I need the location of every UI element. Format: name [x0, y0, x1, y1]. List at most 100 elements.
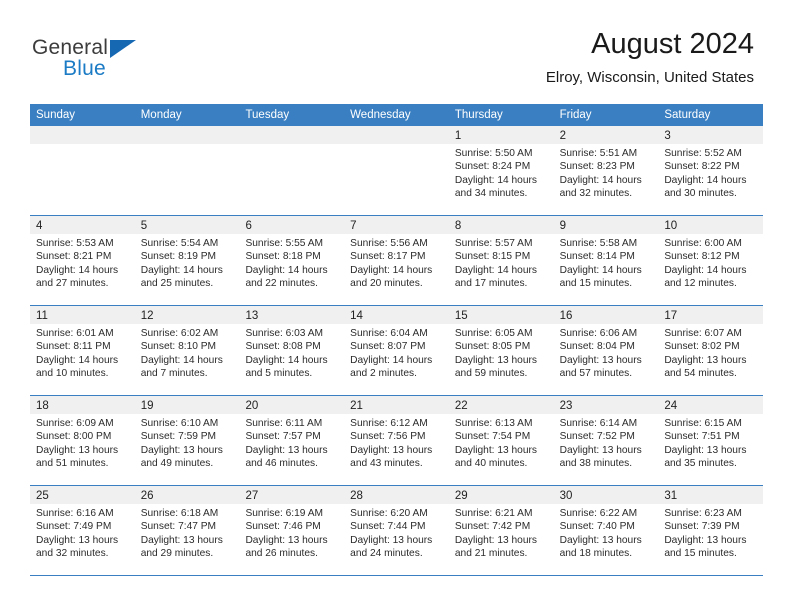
- weekday-header-wednesday: Wednesday: [350, 109, 411, 121]
- sun-info-line: Sunrise: 5:56 AM: [350, 238, 428, 249]
- sun-info-line: Sunset: 8:15 PM: [454, 251, 531, 263]
- sun-info: Sunrise: 6:19 AM Sunset: 7:46 PM Daylight:…: [239, 504, 344, 560]
- calendar-day-cell[interactable]: 29 Sunrise: 6:21 AM Sunset: 7:42 PM Dayligh…: [448, 486, 554, 575]
- date-strip: 7: [344, 216, 449, 234]
- calendar-day-cell[interactable]: 17 Sunrise: 6:07 AM Sunset: 8:02 PM Dayligh…: [658, 306, 764, 395]
- date-strip: [344, 126, 449, 144]
- calendar-day-cell[interactable]: 8 Sunrise: 5:57 AM Sunset: 8:15 PM Daylight…: [448, 216, 554, 305]
- calendar-day-cell[interactable]: 19 Sunrise: 6:10 AM Sunset: 7:59 PM Dayligh…: [134, 396, 240, 485]
- sun-info-line: Sunrise: 6:01 AM: [36, 328, 114, 339]
- sun-info-line: Daylight: 14 hours: [245, 264, 328, 276]
- day-number: 3: [664, 130, 671, 142]
- calendar-day-cell[interactable]: 26 Sunrise: 6:18 AM Sunset: 7:47 PM Dayligh…: [134, 486, 240, 575]
- calendar-day-cell[interactable]: 6 Sunrise: 5:55 AM Sunset: 8:18 PM Daylight…: [239, 216, 345, 305]
- calendar-day-cell[interactable]: 13 Sunrise: 6:03 AM Sunset: 8:08 PM Dayligh…: [239, 306, 345, 395]
- calendar-day-cell[interactable]: 22 Sunrise: 6:13 AM Sunset: 7:54 PM Dayligh…: [448, 396, 554, 485]
- sun-info-line: and 34 minutes.: [454, 187, 528, 199]
- calendar-day-cell[interactable]: 30 Sunrise: 6:22 AM Sunset: 7:40 PM Dayligh…: [553, 486, 659, 575]
- weekday-header-row: Sunday Monday Tuesday Wednesday Thursday Frid…: [30, 104, 763, 126]
- calendar-day-cell[interactable]: 18 Sunrise: 6:09 AM Sunset: 8:00 PM Dayligh…: [30, 396, 135, 485]
- sun-info-line: Sunset: 7:56 PM: [350, 431, 426, 443]
- calendar-week-row: 18 Sunrise: 6:09 AM Sunset: 8:00 PM Dayligh…: [30, 396, 764, 486]
- sun-info-line: Sunset: 8:11 PM: [36, 341, 111, 353]
- sun-info-line: Daylight: 14 hours: [350, 264, 433, 276]
- sun-info-line: Sunrise: 6:13 AM: [454, 418, 533, 429]
- date-strip: 19: [134, 396, 240, 414]
- sun-info-line: Sunrise: 6:23 AM: [664, 508, 742, 519]
- calendar-day-cell[interactable]: 10 Sunrise: 6:00 AM Sunset: 8:12 PM Dayligh…: [658, 216, 764, 305]
- calendar-day-cell[interactable]: 2 Sunrise: 5:51 AM Sunset: 8:23 PM Daylight…: [553, 126, 659, 215]
- sun-info-line: Sunrise: 6:04 AM: [350, 328, 428, 339]
- date-strip: 16: [553, 306, 659, 324]
- calendar-day-cell[interactable]: 1 Sunrise: 5:50 AM Sunset: 8:24 PM Daylight…: [448, 126, 554, 215]
- calendar-day-cell[interactable]: 23 Sunrise: 6:14 AM Sunset: 7:52 PM Dayligh…: [553, 396, 659, 485]
- weekday-header-thursday: Thursday: [454, 109, 503, 121]
- sun-info: Sunrise: 6:01 AM Sunset: 8:11 PM Daylight:…: [30, 324, 135, 380]
- calendar-day-cell[interactable]: 12 Sunrise: 6:02 AM Sunset: 8:10 PM Dayligh…: [134, 306, 240, 395]
- sun-info-line: Sunset: 8:19 PM: [140, 251, 217, 263]
- date-strip: 1: [448, 126, 554, 144]
- sun-info-line: and 49 minutes.: [140, 457, 214, 469]
- calendar-day-cell[interactable]: 27 Sunrise: 6:19 AM Sunset: 7:46 PM Dayligh…: [239, 486, 345, 575]
- calendar-day-cell[interactable]: 3 Sunrise: 5:52 AM Sunset: 8:22 PM Daylight…: [658, 126, 764, 215]
- sun-info: Sunrise: 5:58 AM Sunset: 8:14 PM Daylight:…: [554, 234, 659, 290]
- sun-info-line: Daylight: 14 hours: [664, 174, 747, 186]
- calendar-day-cell[interactable]: 15 Sunrise: 6:05 AM Sunset: 8:05 PM Dayligh…: [448, 306, 554, 395]
- day-number: 10: [664, 220, 678, 232]
- calendar-day-cell[interactable]: 11 Sunrise: 6:01 AM Sunset: 8:11 PM Dayligh…: [30, 306, 135, 395]
- calendar-day-cell[interactable]: 25 Sunrise: 6:16 AM Sunset: 7:49 PM Dayligh…: [30, 486, 135, 575]
- weekday-header-monday: Monday: [140, 109, 182, 121]
- sun-info-line: Sunrise: 6:22 AM: [559, 508, 638, 519]
- calendar-day-cell[interactable]: 28 Sunrise: 6:20 AM Sunset: 7:44 PM Dayligh…: [344, 486, 449, 575]
- day-number: 12: [140, 310, 154, 322]
- brand-logo[interactable]: General Blue: [32, 36, 232, 88]
- sun-info: Sunrise: 6:10 AM Sunset: 7:59 PM Daylight:…: [135, 414, 240, 470]
- sun-info-line: and 32 minutes.: [559, 187, 633, 199]
- sun-info-line: Sunrise: 6:18 AM: [140, 508, 219, 519]
- sun-info-line: Sunset: 7:44 PM: [350, 521, 426, 533]
- sun-info-line: Sunrise: 6:05 AM: [454, 328, 533, 339]
- sun-info-line: Daylight: 14 hours: [245, 354, 328, 366]
- date-strip: 6: [239, 216, 345, 234]
- day-number: 22: [454, 400, 468, 412]
- sun-info-line: Sunrise: 6:03 AM: [245, 328, 324, 339]
- sun-info-line: Sunrise: 5:54 AM: [140, 238, 219, 249]
- date-strip: 28: [344, 486, 449, 504]
- sun-info-line: Sunset: 7:42 PM: [454, 521, 531, 533]
- sun-info: Sunrise: 6:22 AM Sunset: 7:40 PM Daylight:…: [554, 504, 659, 560]
- sun-info-line: Daylight: 13 hours: [245, 444, 328, 456]
- calendar-day-cell[interactable]: 24 Sunrise: 6:15 AM Sunset: 7:51 PM Dayligh…: [658, 396, 764, 485]
- date-strip: 10: [658, 216, 764, 234]
- sun-info-line: Sunset: 8:08 PM: [245, 341, 321, 353]
- calendar-day-cell[interactable]: 16 Sunrise: 6:06 AM Sunset: 8:04 PM Dayligh…: [553, 306, 659, 395]
- calendar-day-cell[interactable]: 14 Sunrise: 6:04 AM Sunset: 8:07 PM Dayligh…: [344, 306, 449, 395]
- sun-info: Sunrise: 6:13 AM Sunset: 7:54 PM Daylight:…: [449, 414, 554, 470]
- day-number: 1: [454, 130, 462, 142]
- date-strip: 23: [553, 396, 659, 414]
- date-strip: 26: [134, 486, 240, 504]
- sun-info-line: and 59 minutes.: [454, 367, 528, 379]
- sun-info-line: Sunset: 8:23 PM: [559, 161, 635, 173]
- calendar-day-cell[interactable]: 20 Sunrise: 6:11 AM Sunset: 7:57 PM Dayligh…: [239, 396, 345, 485]
- calendar-day-cell[interactable]: 21 Sunrise: 6:12 AM Sunset: 7:56 PM Dayligh…: [344, 396, 449, 485]
- sun-info: Sunrise: 6:15 AM Sunset: 7:51 PM Daylight:…: [658, 414, 763, 470]
- date-strip: [134, 126, 240, 144]
- calendar-day-cell[interactable]: 5 Sunrise: 5:54 AM Sunset: 8:19 PM Daylight…: [134, 216, 240, 305]
- sun-info-line: Daylight: 13 hours: [664, 444, 747, 456]
- calendar-day-cell[interactable]: 4 Sunrise: 5:53 AM Sunset: 8:21 PM Daylight…: [30, 216, 135, 305]
- triangle-logo-icon: [110, 40, 136, 58]
- sun-info-line: and 38 minutes.: [559, 457, 633, 469]
- sun-info: Sunrise: 6:09 AM Sunset: 8:00 PM Daylight:…: [30, 414, 135, 470]
- date-strip: 24: [658, 396, 764, 414]
- sun-info: Sunrise: 5:53 AM Sunset: 8:21 PM Daylight:…: [30, 234, 135, 290]
- calendar-day-cell[interactable]: 31 Sunrise: 6:23 AM Sunset: 7:39 PM Dayligh…: [658, 486, 764, 575]
- sun-info: Sunrise: 5:54 AM Sunset: 8:19 PM Daylight:…: [135, 234, 240, 290]
- calendar-day-cell[interactable]: 7 Sunrise: 5:56 AM Sunset: 8:17 PM Daylight…: [344, 216, 449, 305]
- sun-info-line: Daylight: 13 hours: [245, 534, 328, 546]
- sun-info-line: and 7 minutes.: [140, 367, 208, 379]
- date-strip: [30, 126, 135, 144]
- sun-info-line: Daylight: 13 hours: [350, 444, 433, 456]
- calendar-day-cell[interactable]: 9 Sunrise: 5:58 AM Sunset: 8:14 PM Daylight…: [553, 216, 659, 305]
- date-strip: 2: [553, 126, 659, 144]
- date-strip: 20: [239, 396, 345, 414]
